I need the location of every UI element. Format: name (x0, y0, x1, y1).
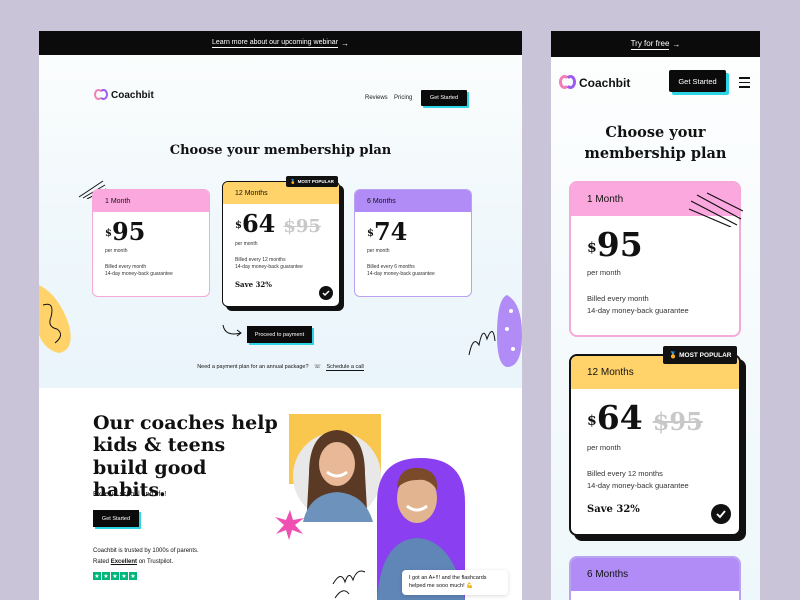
most-popular-badge: 🏅 MOST POPULAR (663, 346, 738, 364)
plan-name: 6 Months (355, 190, 471, 212)
page-title: Choose your membership plan (169, 143, 392, 158)
get-started-button[interactable]: Get Started (421, 90, 467, 106)
per-month-label: per month (367, 248, 390, 254)
plan-price: $95 (105, 217, 146, 246)
star-icon: ★ (93, 572, 101, 580)
get-started-button[interactable]: Get Started (669, 70, 726, 92)
pricing-section: Coachbit Reviews Pricing Get Started Cho… (39, 55, 522, 388)
excellent-link[interactable]: Excellent (111, 559, 137, 565)
scribble-decoration (688, 192, 743, 227)
menu-icon[interactable] (739, 77, 750, 91)
arrow-right-icon: → (341, 38, 350, 48)
badge-icon: 🏅 (290, 178, 296, 184)
nav-reviews[interactable]: Reviews (365, 95, 388, 101)
check-icon (319, 286, 333, 300)
plan-price: $64 $95 (235, 209, 321, 238)
scribble-decoration (332, 570, 366, 599)
coaches-section: Our coaches help kids & teens build good… (39, 388, 522, 600)
logo-text: Coachbit (111, 89, 154, 101)
save-label: Save 32% (587, 504, 640, 515)
guarantee-text: 14-day money-back guarantee (235, 264, 303, 270)
plan-price: $64 $95 (587, 398, 703, 437)
plan-price: $95 (587, 225, 643, 264)
plan-card-6-months[interactable]: 6 Months (569, 556, 741, 600)
page-title: Choose your membership plan (584, 124, 727, 163)
curved-arrow-icon (222, 324, 242, 337)
arrow-right-icon: → (672, 39, 681, 49)
guarantee-text: 14-day money-back guarantee (105, 271, 173, 277)
per-month-label: per month (235, 241, 258, 247)
mobile-frame: Try for free → Coachbit Get Started Choo… (551, 31, 760, 600)
logo[interactable]: Coachbit (559, 75, 630, 90)
phone-icon: ☏ (314, 364, 321, 370)
nav-pricing[interactable]: Pricing (394, 95, 412, 101)
plan-card-1-month[interactable]: 1 Month $95 per month Billed every month… (92, 189, 210, 297)
plan-card-12-months[interactable]: 12 Months $64 $95 per month Billed every… (569, 354, 741, 536)
plan-card-12-months[interactable]: 12 Months $64 $95 per month Billed every… (222, 181, 340, 307)
guarantee-text: 14-day money-back guarantee (587, 306, 689, 315)
testimonial-quote: I got an A+!!! and the flashcards helped… (402, 570, 508, 596)
promo-banner[interactable]: Learn more about our upcoming webinar → (39, 31, 522, 55)
old-price: $95 (283, 216, 321, 237)
per-month-label: per month (105, 248, 128, 254)
logo-mark-icon (94, 89, 108, 101)
yellow-blob-decoration (39, 285, 71, 353)
save-label: Save 32% (235, 279, 272, 289)
plan-card-6-months[interactable]: 6 Months $74 per month Billed every 6 mo… (354, 189, 472, 297)
coaches-subtitle: Excel in school and life! (93, 491, 167, 498)
star-icon: ★ (120, 572, 128, 580)
logo-text: Coachbit (579, 75, 631, 90)
plan-name: 6 Months (571, 558, 739, 591)
billing-text: Billed every month (587, 294, 649, 303)
proceed-to-payment-button[interactable]: Proceed to payment (247, 326, 312, 343)
badge-icon: 🏅 (669, 352, 678, 359)
per-month-label: per month (587, 443, 621, 452)
most-popular-badge: 🏅 MOST POPULAR (286, 176, 338, 187)
check-icon (711, 504, 731, 524)
coaches-heading: Our coaches help kids & teens build good… (93, 412, 278, 502)
guarantee-text: 14-day money-back guarantee (587, 481, 689, 490)
logo[interactable]: Coachbit (94, 89, 154, 101)
billing-text: Billed every month (105, 263, 147, 270)
guarantee-text: 14-day money-back guarantee (367, 271, 435, 277)
star-icon: ★ (111, 572, 119, 580)
promo-banner[interactable]: Try for free → (551, 31, 760, 57)
coach-photo-woman (289, 414, 381, 522)
schedule-call-link[interactable]: Schedule a call (326, 364, 364, 371)
annual-plan-prompt: Need a payment plan for an annual packag… (197, 364, 364, 371)
billing-text: Billed every 12 months (235, 256, 286, 263)
desktop-frame: Learn more about our upcoming webinar → … (39, 31, 522, 600)
star-burst-decoration (275, 510, 304, 540)
plan-name: 1 Month (93, 190, 209, 212)
star-icon: ★ (129, 572, 137, 580)
purple-blob-decoration (468, 295, 522, 367)
old-price: $95 (652, 407, 703, 436)
try-free-link[interactable]: Try for free (630, 39, 670, 50)
get-started-button[interactable]: Get Started (93, 510, 139, 527)
billing-text: Billed every 6 months (367, 263, 415, 270)
star-icon: ★ (102, 572, 110, 580)
trust-text: Coachbit is trusted by 1000s of parents.… (93, 548, 199, 565)
mobile-pricing-section: Coachbit Get Started Choose your members… (551, 57, 760, 600)
per-month-label: per month (587, 268, 621, 277)
banner-link[interactable]: Learn more about our upcoming webinar (211, 39, 339, 48)
plan-price: $74 (367, 217, 408, 246)
trustpilot-stars: ★ ★ ★ ★ ★ (93, 572, 137, 580)
billing-text: Billed every 12 months (587, 469, 663, 478)
logo-mark-icon (559, 75, 576, 90)
